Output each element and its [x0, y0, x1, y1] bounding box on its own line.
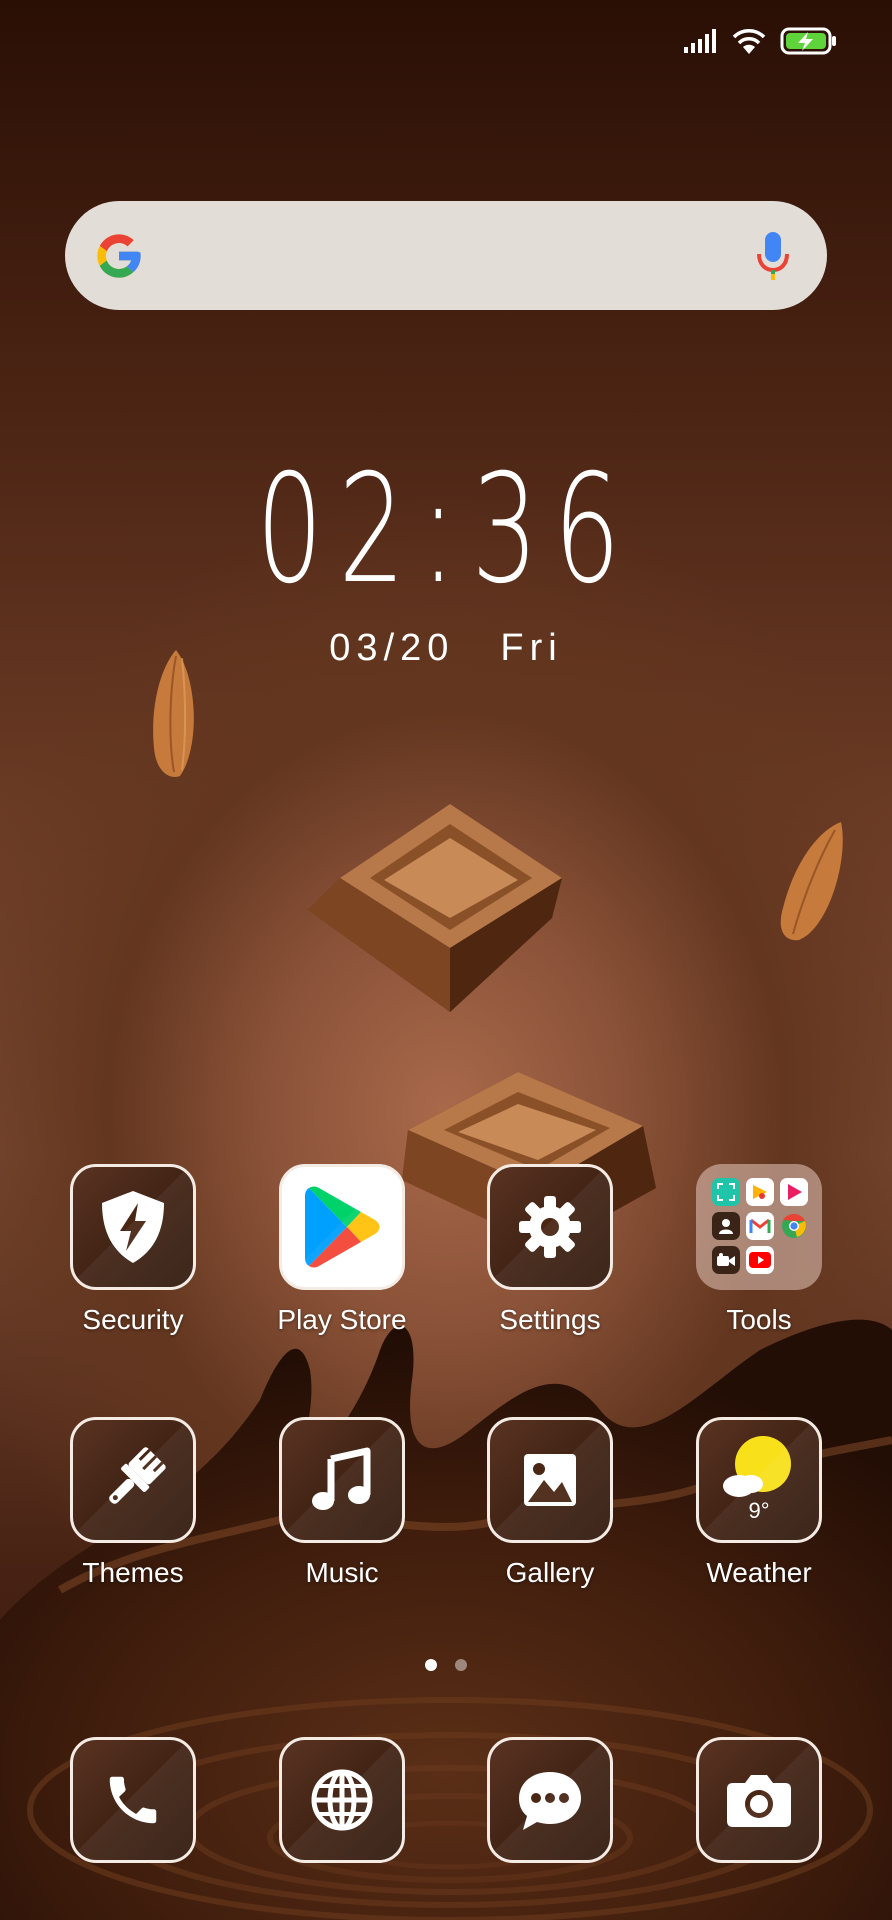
- app-themes[interactable]: Themes: [58, 1417, 208, 1589]
- app-label: Security: [82, 1304, 184, 1335]
- app-weather-tile[interactable]: 9°: [696, 1417, 822, 1543]
- youtube-icon: [746, 1246, 774, 1274]
- app-label: Settings: [499, 1304, 601, 1335]
- date-text: 03/20: [329, 627, 455, 669]
- message-icon: [519, 1772, 581, 1830]
- phone-icon: [109, 1776, 157, 1824]
- globe-icon: [311, 1769, 373, 1831]
- dock-phone[interactable]: [58, 1737, 208, 1863]
- play-movies-icon: [780, 1178, 808, 1206]
- chrome-icon: [780, 1212, 808, 1240]
- page-indicator[interactable]: [0, 1659, 892, 1671]
- contacts-icon: [712, 1212, 740, 1240]
- dock-messages[interactable]: [475, 1737, 625, 1863]
- music-note-icon: [312, 1447, 371, 1510]
- app-music-tile[interactable]: [279, 1417, 405, 1543]
- app-label: Play Store: [277, 1304, 407, 1335]
- video-recorder-icon: [712, 1246, 740, 1274]
- app-label: Themes: [82, 1557, 184, 1588]
- dock-camera[interactable]: [684, 1737, 834, 1863]
- chocolate-piece-decoration: [308, 804, 562, 1012]
- clock-date[interactable]: 03/20 Fri: [0, 627, 892, 670]
- app-music[interactable]: Music: [267, 1417, 417, 1589]
- dock-browser-tile[interactable]: [279, 1737, 405, 1863]
- scanner-icon: [712, 1178, 740, 1206]
- page-dot-2[interactable]: [455, 1659, 467, 1671]
- status-bar: [684, 24, 838, 58]
- app-tools-folder[interactable]: Tools: [684, 1164, 834, 1336]
- app-gallery[interactable]: Gallery: [475, 1417, 625, 1589]
- app-weather[interactable]: 9° Weather: [684, 1417, 834, 1589]
- almond-decoration: [780, 822, 843, 941]
- search-bar[interactable]: [65, 201, 827, 310]
- wifi-icon: [732, 29, 766, 54]
- camera-icon: [727, 1775, 791, 1827]
- clock-time[interactable]: 02:36: [134, 455, 758, 605]
- app-settings[interactable]: Settings: [475, 1164, 625, 1336]
- dock-camera-tile[interactable]: [696, 1737, 822, 1863]
- page-dot-1[interactable]: [425, 1659, 437, 1671]
- app-security[interactable]: Security: [58, 1164, 208, 1336]
- play-store-icon: [305, 1186, 380, 1268]
- dock-browser[interactable]: [267, 1737, 417, 1863]
- play-games-icon: [746, 1178, 774, 1206]
- dock-phone-tile[interactable]: [70, 1737, 196, 1863]
- app-label: Tools: [726, 1304, 792, 1335]
- sun-cloud-icon: [723, 1436, 791, 1497]
- app-label: Music: [305, 1557, 379, 1588]
- app-play-store-tile[interactable]: [279, 1164, 405, 1290]
- signal-icon: [684, 29, 716, 53]
- app-play-store[interactable]: Play Store: [267, 1164, 417, 1336]
- shield-bolt-icon: [102, 1191, 164, 1263]
- weather-temperature: 9°: [748, 1498, 770, 1523]
- microphone-icon[interactable]: [755, 230, 791, 282]
- app-themes-tile[interactable]: [70, 1417, 196, 1543]
- dock-messages-tile[interactable]: [487, 1737, 613, 1863]
- folder-icon[interactable]: [696, 1164, 822, 1290]
- app-security-tile[interactable]: [70, 1164, 196, 1290]
- app-settings-tile[interactable]: [487, 1164, 613, 1290]
- gear-icon: [519, 1196, 581, 1258]
- brush-icon: [109, 1447, 166, 1504]
- google-logo-icon: [97, 233, 141, 278]
- image-icon: [524, 1454, 576, 1506]
- app-label: Weather: [706, 1557, 812, 1588]
- app-label: Gallery: [505, 1557, 595, 1588]
- app-gallery-tile[interactable]: [487, 1417, 613, 1543]
- battery-charging-icon: [780, 27, 836, 55]
- weekday-text: Fri: [500, 627, 563, 669]
- gmail-icon: [746, 1212, 774, 1240]
